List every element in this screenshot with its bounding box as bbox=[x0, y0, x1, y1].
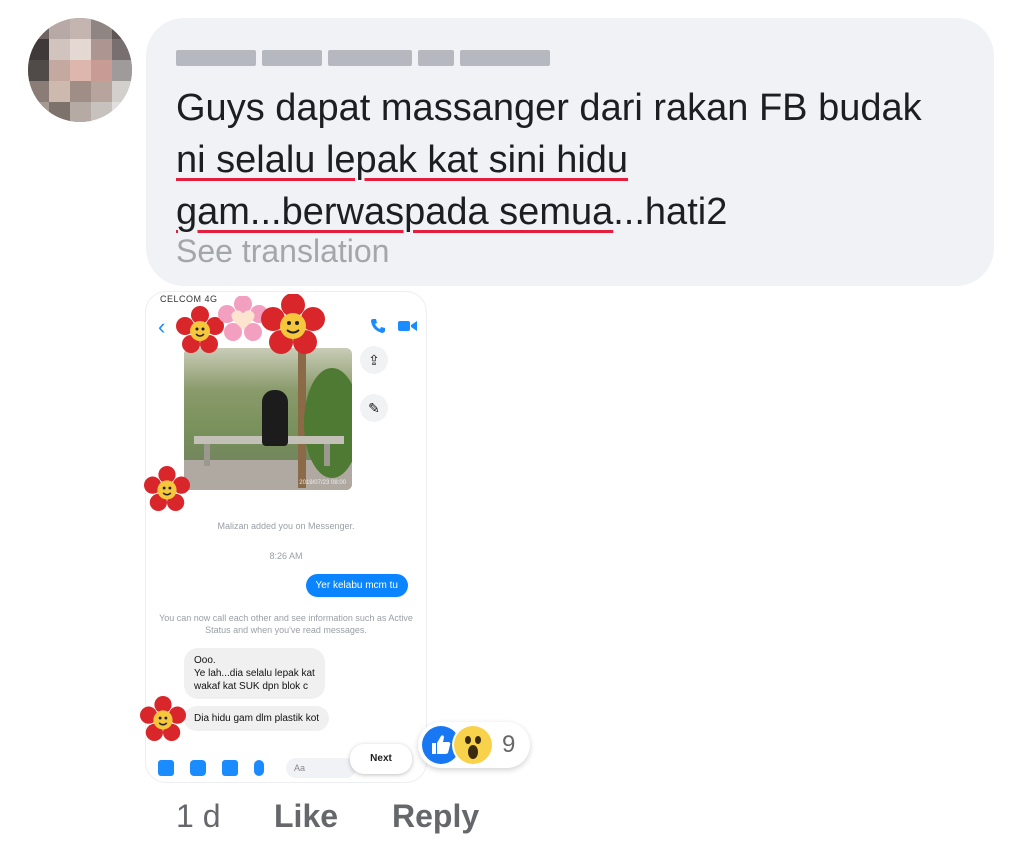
flower-sticker-icon bbox=[140, 696, 186, 742]
comment-text: Guys dapat massanger dari rakan FB budak… bbox=[176, 82, 976, 238]
flower-sticker-icon bbox=[144, 466, 190, 512]
gallery-icon[interactable] bbox=[222, 760, 238, 776]
comment-line-1: Guys dapat massanger dari rakan FB budak bbox=[176, 87, 922, 129]
comment-timestamp[interactable]: 1 d bbox=[176, 798, 220, 835]
apps-icon[interactable] bbox=[158, 760, 174, 776]
wow-reaction-icon bbox=[454, 726, 492, 764]
attached-screenshot[interactable]: CELCOM 4G ‹ 2019/07/23 08:00 ⇪ ✎ Malizan… bbox=[146, 292, 426, 782]
my-message-bubble[interactable]: Yer kelabu mcm tu bbox=[305, 574, 408, 597]
phone-icon bbox=[370, 318, 386, 339]
flower-sticker-icon bbox=[176, 306, 224, 353]
like-button[interactable]: Like bbox=[274, 798, 338, 835]
carrier-label: CELCOM 4G bbox=[160, 294, 218, 304]
photo-bench-leg bbox=[324, 444, 330, 466]
photo-timestamp: 2019/07/23 08:00 bbox=[299, 480, 346, 486]
message-time: 8:26 AM bbox=[269, 551, 303, 561]
edit-pencil-icon[interactable]: ✎ bbox=[360, 394, 388, 422]
reaction-count: 9 bbox=[502, 731, 516, 758]
reply-button[interactable]: Reply bbox=[392, 798, 479, 835]
reactions-summary[interactable]: 9 bbox=[418, 722, 530, 768]
header-icons bbox=[370, 318, 418, 339]
photo-bench-leg bbox=[204, 444, 210, 466]
their-message-bubble-1[interactable]: Ooo. Ye lah...dia selalu lepak kat wakaf… bbox=[184, 648, 325, 699]
flower-sticker-icon bbox=[261, 294, 325, 354]
comment-line-3: gam...berwaspada semua...hati2 bbox=[176, 186, 976, 238]
their-message-bubble-2[interactable]: Dia hidu gam dlm plastik kot bbox=[184, 706, 330, 731]
comment-line-3-underlined: gam...berwaspada semua bbox=[176, 191, 614, 233]
their-message-1-line-2: Ye lah...dia selalu lepak kat bbox=[194, 668, 315, 679]
video-icon bbox=[398, 318, 418, 339]
their-message-1-line-3: wakaf kat SUK dpn blok c bbox=[194, 681, 308, 692]
author-name-obscured[interactable] bbox=[176, 42, 556, 72]
system-added-message: Malizan added you on Messenger. bbox=[217, 521, 355, 531]
see-translation-link[interactable]: See translation bbox=[176, 233, 389, 270]
photo-person bbox=[262, 390, 288, 446]
their-message-1-line-1: Ooo. bbox=[194, 655, 216, 666]
microphone-icon[interactable] bbox=[254, 760, 264, 776]
share-icon[interactable]: ⇪ bbox=[360, 346, 388, 374]
comment-line-3-rest: ...hati2 bbox=[613, 191, 728, 233]
comment-line-2: ni selalu lepak kat sini hidu bbox=[176, 139, 629, 181]
system-call-message: You can now call each other and see info… bbox=[159, 613, 413, 635]
shared-photo[interactable]: 2019/07/23 08:00 bbox=[184, 348, 352, 490]
commenter-avatar[interactable] bbox=[28, 18, 132, 122]
next-button[interactable]: Next bbox=[350, 744, 412, 774]
camera-icon[interactable] bbox=[190, 760, 206, 776]
back-chevron-icon: ‹ bbox=[158, 314, 166, 339]
composer-input[interactable]: Aa bbox=[286, 758, 356, 778]
